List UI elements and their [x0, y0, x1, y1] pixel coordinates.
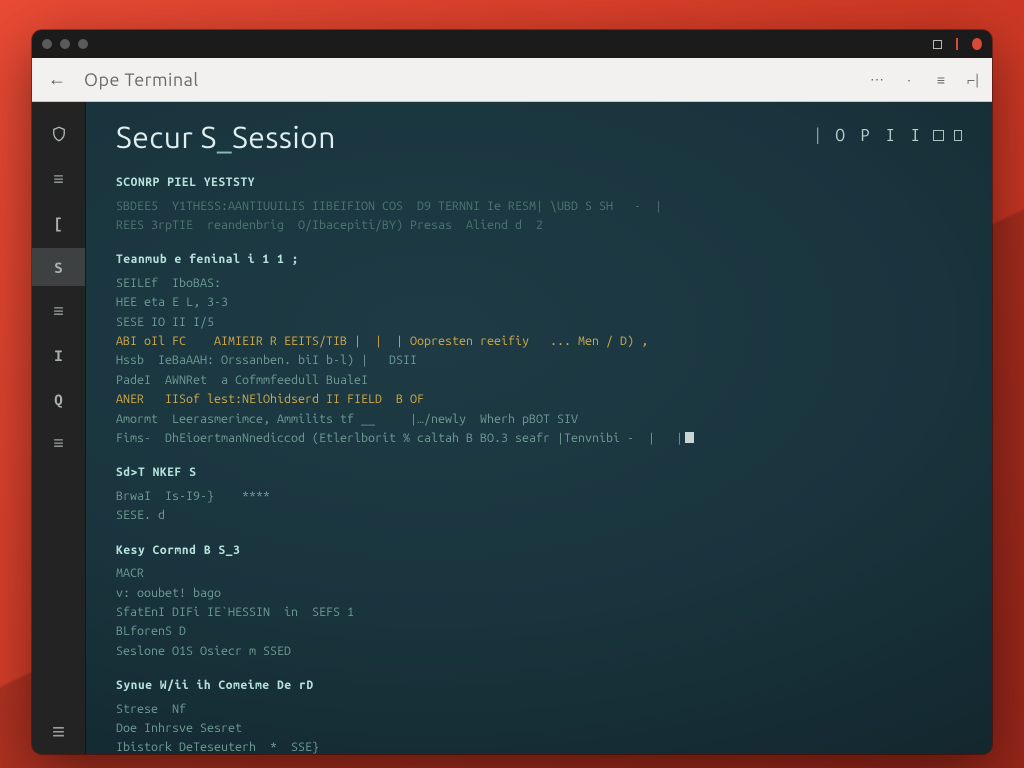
terminal-line: PadeI AWNRet a Cofmmfeedull BualeI [116, 371, 962, 390]
terminal-line: REES 3rpTIE reandenbrig O/Ibacepiti/BY) … [116, 216, 962, 235]
terminal-line: Doe Inhrsve Sesret [116, 719, 962, 738]
terminal-line: SEILEf IboBAS: [116, 274, 962, 293]
terminal-line: Seslone O1S Osiecr m SSED [116, 642, 962, 661]
window-controls-right [932, 39, 982, 49]
terminal-line: ANER IISof lest:NElOhidserd II FIELD B O… [116, 390, 962, 409]
terminal-line: BLforenS D [116, 622, 962, 641]
terminal-line: Strese Nf [116, 700, 962, 719]
section-head: Synue W/ii ih Comeime De rD [116, 677, 962, 696]
sidebar-item-bracket[interactable]: [ [32, 204, 85, 242]
terminal-line: Fims- DhEioertmanNnediccod (Etlerlborit … [116, 429, 962, 448]
section-synue: Synue W/ii ih Comeime De rD Strese Nf Do… [116, 677, 962, 754]
letter-i-icon: I [54, 347, 62, 364]
terminal-line: BrwaI Is-I9-} **** [116, 487, 962, 506]
letter-s-icon: S [54, 259, 62, 276]
titlebar [32, 30, 992, 58]
sidebar: ≡ [ S ≡ I Q ≡ ≡ [32, 102, 86, 754]
restore-icon[interactable] [932, 39, 942, 49]
opcode-badge: | O P I I [813, 126, 962, 145]
letter-q-icon: Q [54, 391, 62, 408]
terminal-line: SESE IO II I/5 [116, 313, 962, 332]
toolbar-actions: ⋯ · ≡ ⌐| [870, 73, 980, 87]
alert-icon[interactable] [952, 39, 962, 49]
menu-icon: ≡ [53, 434, 64, 452]
sidebar-bottom-menu[interactable]: ≡ [32, 710, 85, 754]
sidebar-item-search[interactable]: Q [32, 380, 85, 418]
sidebar-item-session[interactable]: S [32, 248, 85, 286]
section-sconrp: SCONRP PIEL YESTSTY SBDEE5 Y1THESS:AANTI… [116, 174, 962, 235]
sidebar-item-pipe[interactable]: I [32, 336, 85, 374]
toolbar-menu-icon[interactable]: ≡ [934, 73, 948, 87]
sidebar-item-menu-2[interactable]: ≡ [32, 292, 85, 330]
window-body: ≡ [ S ≡ I Q ≡ ≡ [32, 102, 992, 754]
traffic-dot-3[interactable] [78, 39, 88, 49]
section-head: SCONRP PIEL YESTSTY [116, 174, 962, 193]
terminal-pane[interactable]: | O P I I Secur S_Session SCONRP PIEL YE… [86, 102, 992, 754]
opcode-text: O P I I [835, 126, 923, 145]
sidebar-item-menu-3[interactable]: ≡ [32, 424, 85, 462]
section-kesy: Kesy Cormnd B S_3 MACR v: ooubet! bago S… [116, 542, 962, 661]
toolbar-more-icon[interactable]: ⋯ [870, 73, 884, 87]
section-head: Kesy Cormnd B S_3 [116, 542, 962, 561]
toolbar: ← Ope Terminal ⋯ · ≡ ⌐| [32, 58, 992, 102]
close-icon[interactable] [972, 39, 982, 49]
app-window: ← Ope Terminal ⋯ · ≡ ⌐| ≡ [ S [32, 30, 992, 754]
traffic-dot-2[interactable] [60, 39, 70, 49]
terminal-line: Amormt Leerasmerimce, Ammilits tf __ |…/… [116, 410, 962, 429]
sidebar-item-shield[interactable] [32, 116, 85, 154]
opcode-box-icon [933, 130, 944, 141]
window-controls-left [42, 39, 924, 49]
section-head: Teanmub e feninal i 1 1 ; [116, 251, 962, 270]
hamburger-icon: ≡ [52, 721, 65, 743]
terminal-line: MACR [116, 564, 962, 583]
sidebar-item-menu-1[interactable]: ≡ [32, 160, 85, 198]
bracket-icon: [ [54, 215, 62, 232]
cursor-block-icon [685, 432, 694, 443]
terminal-line: Hssb IeBaAAH: Orssanben. biI b-l) | DSII [116, 351, 962, 370]
terminal-line: HEE eta E L, 3-3 [116, 293, 962, 312]
terminal-line: v: ooubet! bago [116, 584, 962, 603]
opcode-box2-icon [954, 130, 962, 141]
section-head: Sd>T NKEF S [116, 464, 962, 483]
traffic-dot-1[interactable] [42, 39, 52, 49]
shield-icon [50, 125, 68, 146]
terminal-line: SfatEnI DIFi IE`HESSIN in SEFS 1 [116, 603, 962, 622]
toolbar-title: Ope Terminal [84, 70, 199, 90]
toolbar-dot-icon[interactable]: · [902, 73, 916, 87]
section-teanmub: Teanmub e feninal i 1 1 ; SEILEf IboBAS:… [116, 251, 962, 448]
section-sdt: Sd>T NKEF S BrwaI Is-I9-} **** SESE. d [116, 464, 962, 525]
terminal-line: SESE. d [116, 506, 962, 525]
toolbar-term-icon[interactable]: ⌐| [966, 73, 980, 87]
menu-icon: ≡ [53, 302, 64, 320]
back-button[interactable]: ← [44, 67, 70, 93]
terminal-line: SBDEE5 Y1THESS:AANTIUUILIS IIBEIFION COS… [116, 197, 962, 216]
menu-icon: ≡ [53, 170, 64, 188]
terminal-line: Ibistork DeTeseuterh * SSE} [116, 738, 962, 754]
terminal-line: ABI oIl FC AIMIEIR R EEITS/TIB | | | Oop… [116, 332, 962, 351]
